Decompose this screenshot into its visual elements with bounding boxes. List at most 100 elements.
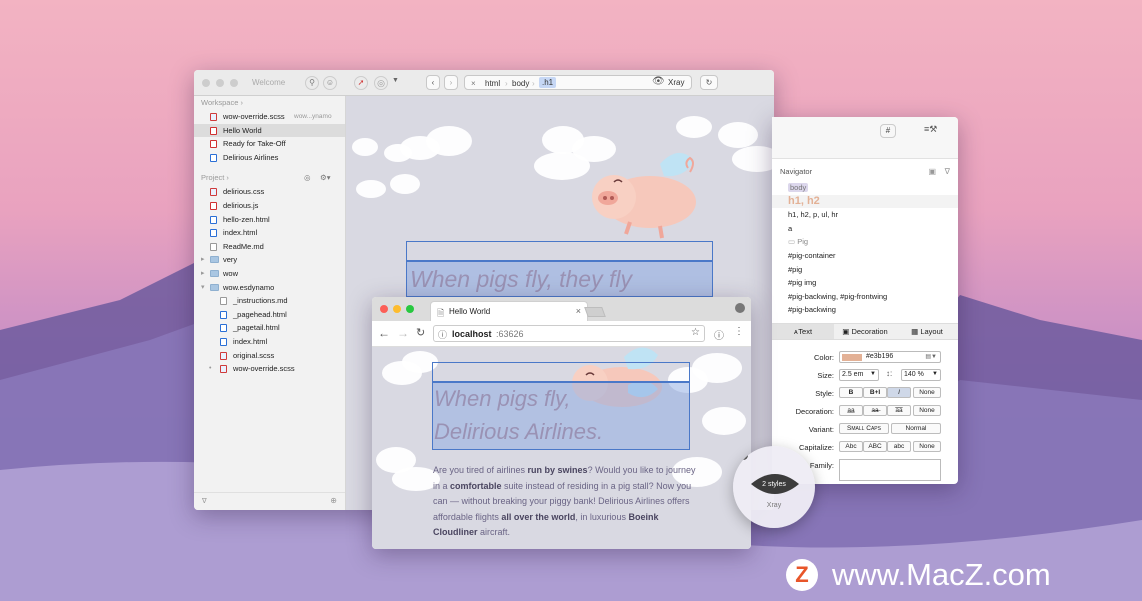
navigator-selector[interactable]: a (772, 222, 958, 236)
file-item[interactable]: _pagetail.html (194, 321, 345, 335)
decoration-strike-button[interactable]: a̶a̶ (863, 405, 887, 416)
variant-small-caps-button[interactable]: Small Caps (839, 423, 889, 434)
capitalize-none-button[interactable]: None (913, 441, 941, 452)
navigator-selector[interactable]: #pig-backwing, #pig-frontwing (772, 290, 958, 304)
close-window-button[interactable] (380, 305, 388, 313)
minimize-window-button[interactable] (393, 305, 401, 313)
search-icon[interactable]: ⚲ (305, 76, 319, 90)
workspace-item[interactable]: Ready for Take-Off (194, 137, 345, 151)
add-icon[interactable]: ⊕ (330, 496, 337, 505)
size-field[interactable]: 2.5 em ▼ (839, 369, 879, 381)
close-tab-icon[interactable]: × (576, 306, 581, 316)
back-icon[interactable]: ← (378, 326, 390, 340)
file-item[interactable]: hello-zen.html (194, 213, 345, 227)
tab-layout[interactable]: ▦ Layout (896, 324, 958, 339)
workspace-item[interactable]: wow-override.scss wow...ynamo (194, 110, 345, 124)
workspace-item[interactable]: Hello World (194, 123, 345, 138)
profile-icon[interactable] (735, 303, 745, 313)
reload-button[interactable]: ↻ (700, 75, 718, 90)
breadcrumb-close-icon[interactable]: × (471, 79, 476, 88)
filter-icon[interactable]: ∇ (945, 167, 950, 176)
zoom-window-button[interactable] (406, 305, 414, 313)
style-none-button[interactable]: None (913, 387, 941, 398)
navigator-selector[interactable]: #pig-container (772, 249, 958, 263)
forward-button[interactable]: › (444, 75, 458, 90)
breadcrumb-body[interactable]: body (512, 79, 529, 88)
navigator-selector[interactable]: #pig-backwing (772, 303, 958, 317)
xray-badge[interactable]: × 2 styles Xray (733, 446, 815, 528)
file-item[interactable]: original.scss (194, 349, 345, 363)
navigator-selector[interactable]: body (772, 181, 958, 195)
browser-tab[interactable]: 🗎 Hello World × (430, 301, 588, 321)
new-tab-button[interactable] (584, 307, 606, 317)
chevron-right-icon[interactable]: ▸ (201, 267, 205, 281)
navigator-selector[interactable]: ▭ Pig (772, 235, 958, 249)
close-window-button[interactable] (202, 79, 210, 87)
chevron-down-icon[interactable]: ▾ (201, 281, 205, 295)
forward-icon[interactable]: → (397, 326, 409, 340)
chevron-down-icon[interactable]: ▼ (392, 77, 399, 84)
breadcrumb-h1[interactable]: .h1 (539, 77, 557, 88)
history-icon[interactable]: ☺ (323, 76, 337, 90)
file-item[interactable]: ReadMe.md (194, 240, 345, 254)
style-italic-button[interactable]: I (887, 387, 911, 398)
filter-icon[interactable]: ◎ (304, 171, 311, 185)
info-icon[interactable]: ⓘ (438, 328, 447, 341)
tab-decoration[interactable]: ▣ Decoration (834, 324, 896, 339)
file-item[interactable]: delirious.js (194, 199, 345, 213)
chevron-down-icon[interactable]: ▤▼ (925, 353, 937, 360)
zoom-window-button[interactable] (230, 79, 238, 87)
font-family-field[interactable] (839, 459, 941, 481)
variant-normal-button[interactable]: Normal (891, 423, 941, 434)
back-button[interactable]: ‹ (426, 75, 440, 90)
folder-item[interactable]: ▾ wow.esdynamo (194, 281, 345, 295)
capitalize-button[interactable]: Abc (839, 441, 863, 452)
breadcrumb-html[interactable]: html (485, 79, 500, 88)
file-item[interactable]: index.html (194, 226, 345, 240)
navigator-selector[interactable]: h1, h2 (772, 194, 958, 209)
navigator-selector[interactable]: #pig (772, 263, 958, 277)
style-bold-button[interactable]: B (839, 387, 863, 398)
filter-field-icon[interactable]: ∇ (202, 497, 207, 505)
new-folder-icon[interactable]: ▣ (928, 167, 936, 176)
pointer-tool-icon[interactable]: ➚ (354, 76, 368, 90)
size-row: Size: 2.5 em ▼ ↕: 140 % ▼ (772, 369, 958, 383)
lowercase-button[interactable]: abc (887, 441, 911, 452)
eye-icon[interactable]: 👁 (652, 76, 665, 87)
color-field[interactable]: #e3b196 ▤▼ (839, 351, 941, 363)
style-settings-icon[interactable]: ≡⚒ (924, 124, 937, 135)
reload-icon[interactable]: ↻ (416, 326, 425, 339)
tab-text[interactable]: ᴀ Text (772, 324, 834, 339)
settings-icon[interactable]: ⚙▾ (320, 171, 331, 185)
line-height-field[interactable]: 140 % ▼ (901, 369, 941, 381)
file-item[interactable]: _pagehead.html (194, 308, 345, 322)
uppercase-button[interactable]: ABC (863, 441, 887, 452)
decoration-none-button[interactable]: None (913, 405, 941, 416)
navigator-selector[interactable]: #pig img (772, 276, 958, 290)
workspace-item[interactable]: Delirious Airlines (194, 151, 345, 165)
chevron-right-icon[interactable]: ▸ (201, 253, 205, 267)
decoration-overline-button[interactable]: a̿a̿ (887, 405, 911, 416)
selector-label: #pig-container (788, 250, 836, 260)
file-item[interactable]: index.html (194, 335, 345, 349)
xray-toggle-label[interactable]: Xray (668, 78, 684, 87)
navigator-selector[interactable]: h1, h2, p, ul, hr (772, 208, 958, 222)
menu-icon[interactable]: ⋮ (734, 326, 744, 337)
target-icon[interactable]: ◎ (374, 76, 388, 90)
close-icon[interactable]: × (739, 451, 748, 460)
file-item[interactable]: _instructions.md (194, 294, 345, 308)
style-bold-italic-button[interactable]: B+I (863, 387, 887, 398)
file-item[interactable]: • wow-override.scss (194, 362, 345, 376)
folder-item[interactable]: ▸ wow (194, 267, 345, 281)
file-item[interactable]: delirious.css (194, 185, 345, 199)
bookmark-star-icon[interactable]: ☆ (691, 327, 700, 338)
project-section-header[interactable]: Project › ◎ ⚙▾ (194, 171, 345, 185)
workspace-section-header[interactable]: Workspace › (194, 96, 345, 110)
md-file-icon (210, 242, 217, 251)
info-icon[interactable]: ⓘ (714, 327, 724, 342)
minimize-window-button[interactable] (216, 79, 224, 87)
folder-item[interactable]: ▸ very (194, 253, 345, 267)
address-bar[interactable]: ⓘ localhost :63626 ☆ (433, 325, 705, 342)
hash-icon[interactable]: # (880, 124, 896, 138)
decoration-underline-button[interactable]: a̲a̲ (839, 405, 863, 416)
